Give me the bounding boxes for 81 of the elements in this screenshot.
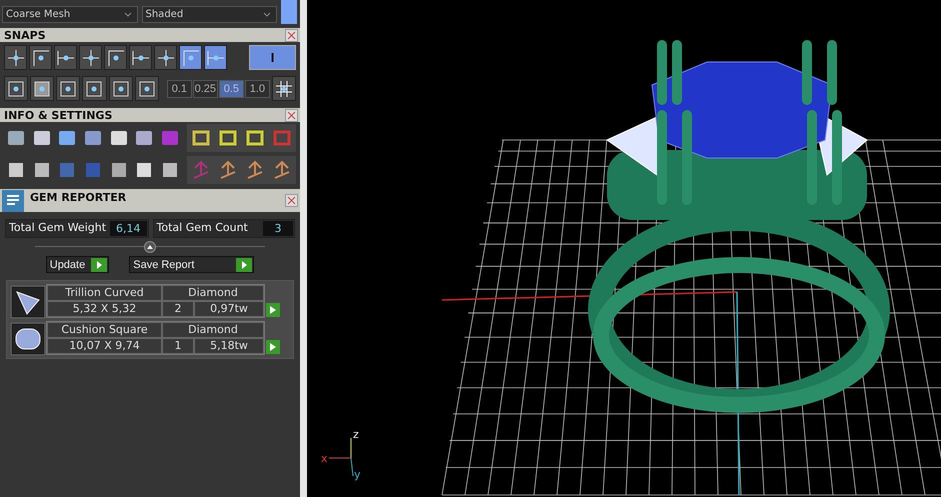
select-gem-button[interactable] <box>266 303 280 317</box>
close-icon <box>287 196 296 205</box>
panel-title: SNAPS <box>4 28 46 42</box>
report-icon <box>2 190 24 212</box>
snap-tool-icon <box>136 78 157 98</box>
snap-button[interactable] <box>179 45 202 70</box>
snap-point-icon <box>6 48 24 66</box>
snap-tool-icon <box>110 78 131 98</box>
close-button[interactable] <box>285 108 298 122</box>
grid-snap-button[interactable] <box>272 76 296 101</box>
snap-button[interactable] <box>129 45 152 70</box>
play-icon <box>269 306 277 314</box>
snap-tool-icon <box>84 78 104 98</box>
snap-tool-button[interactable] <box>4 76 28 101</box>
snap-button[interactable] <box>4 45 28 70</box>
play-icon <box>91 258 108 272</box>
step-button[interactable]: 1.0 <box>244 80 270 98</box>
snap-tool-icon <box>6 78 26 98</box>
axis-label: x <box>321 452 328 465</box>
snap-point-icon <box>182 48 200 66</box>
side-toggle-button[interactable] <box>281 0 297 24</box>
close-icon <box>287 30 296 40</box>
gem-count: 2 <box>162 301 194 317</box>
close-icon <box>287 110 296 120</box>
panel-title: INFO & SETTINGS <box>4 108 112 122</box>
snap-tool-button[interactable] <box>56 76 80 101</box>
cushion-gem-icon <box>11 323 45 355</box>
snap-point-icon <box>132 48 150 66</box>
step-button[interactable]: 0.1 <box>166 80 192 98</box>
play-icon <box>269 343 277 351</box>
grid-icon <box>274 78 294 98</box>
gem-material: Diamond <box>162 285 264 301</box>
total-label: Total Gem Weight <box>8 220 108 236</box>
trillion-gem-icon <box>11 286 45 318</box>
action-button[interactable]: Save Report <box>129 256 254 273</box>
gem-weight: 5,18tw <box>194 338 264 354</box>
chevron-icon <box>263 12 271 17</box>
snap-button[interactable] <box>204 45 228 70</box>
gem-name: Cushion Square <box>47 322 162 338</box>
snap-button[interactable] <box>79 45 102 70</box>
dropdown[interactable]: Shaded <box>142 6 277 23</box>
snap-point-icon <box>206 48 225 66</box>
gem-size: 5,32 X 5,32 <box>47 301 162 317</box>
total-value: 3 <box>263 221 293 236</box>
snap-point-icon <box>106 48 125 66</box>
axis-label: z <box>353 428 359 441</box>
gem-size: 10,07 X 9,74 <box>47 338 162 354</box>
gem-material: Diamond <box>162 322 264 338</box>
close-button[interactable] <box>285 194 298 207</box>
snap-button[interactable] <box>29 45 52 70</box>
total-value: 6,14 <box>110 221 147 236</box>
snap-point-icon <box>32 48 50 66</box>
snap-tool-button[interactable] <box>30 76 54 101</box>
snap-button[interactable] <box>54 45 78 70</box>
total-label: Total Gem Count <box>156 220 249 236</box>
snap-point-icon <box>156 48 175 66</box>
chevron-icon <box>124 12 132 17</box>
panel-title: GEM REPORTER <box>30 191 128 204</box>
snap-tool-button[interactable] <box>108 76 133 101</box>
snap-tool-button[interactable] <box>82 76 107 101</box>
collapse-handle[interactable] <box>144 241 156 253</box>
snap-tool-icon <box>32 78 52 98</box>
dropdown[interactable]: Coarse Mesh <box>2 6 138 23</box>
gem-weight: 0,97tw <box>194 301 264 317</box>
snap-button[interactable] <box>104 45 128 70</box>
snap-tool-button[interactable] <box>134 76 159 101</box>
axis-label: y <box>354 468 361 481</box>
gem-name: Trillion Curved <box>47 285 162 301</box>
snap-mode-button[interactable]: I <box>249 45 296 70</box>
snap-button[interactable] <box>154 45 178 70</box>
select-gem-button[interactable] <box>266 340 280 354</box>
axis-gizmo-drawing <box>328 438 354 476</box>
snap-tool-icon <box>58 78 78 98</box>
caret-up-icon <box>147 245 153 249</box>
snap-point-icon <box>82 48 100 66</box>
gem-count: 1 <box>162 338 194 354</box>
action-button[interactable]: Update <box>46 256 110 273</box>
step-button[interactable]: 0.25 <box>192 80 218 98</box>
close-button[interactable] <box>285 28 298 42</box>
snap-point-icon <box>56 48 75 66</box>
play-icon <box>236 258 252 272</box>
